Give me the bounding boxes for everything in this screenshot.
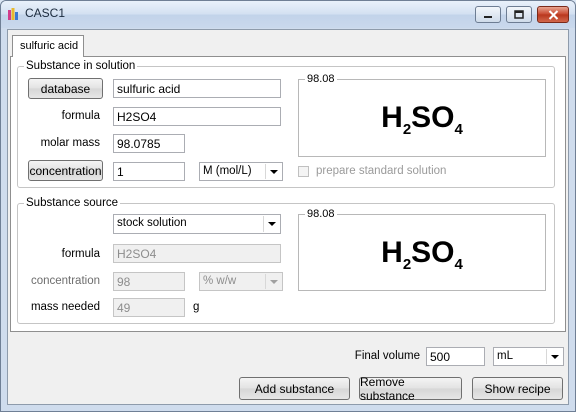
chevron-down-icon xyxy=(265,164,281,179)
source-type-value: stock solution xyxy=(117,217,187,229)
prepare-standard-label: prepare standard solution xyxy=(316,165,447,177)
formula-preview-molar-mass: 98.08 xyxy=(305,73,337,85)
minimize-button[interactable] xyxy=(475,6,501,23)
prepare-standard-checkbox[interactable] xyxy=(298,166,309,177)
remove-substance-button[interactable]: Remove substance xyxy=(359,375,462,403)
concentration-unit-value: M (mol/L) xyxy=(203,165,252,177)
tab-label: sulfuric acid xyxy=(20,40,79,52)
formula-label: formula xyxy=(61,110,100,122)
source-concentration-label: concentration xyxy=(30,275,100,287)
show-recipe-button[interactable]: Show recipe xyxy=(472,377,563,400)
molar-mass-field[interactable]: 98.0785 xyxy=(113,134,185,153)
mass-needed-label: mass needed xyxy=(30,301,100,313)
source-concentration-unit-select: % w/w xyxy=(199,272,283,291)
concentration-unit-select[interactable]: M (mol/L) xyxy=(199,162,283,181)
source-formula-preview: H2SO4 xyxy=(381,236,463,273)
window-title: CASC1 xyxy=(25,6,66,20)
source-type-select[interactable]: stock solution xyxy=(113,214,281,234)
substance-in-solution-legend: Substance in solution xyxy=(24,60,138,72)
chevron-down-icon xyxy=(546,349,562,364)
maximize-button[interactable] xyxy=(506,6,532,23)
formula-field[interactable]: H2SO4 xyxy=(113,107,281,126)
formula-preview: H2SO4 xyxy=(381,101,463,138)
chevron-down-icon xyxy=(263,216,279,232)
source-formula-label: formula xyxy=(61,248,100,260)
concentration-button[interactable]: concentration xyxy=(28,160,103,181)
minimize-icon xyxy=(484,15,492,18)
concentration-field[interactable]: 1 xyxy=(113,162,185,181)
final-volume-unit-select[interactable]: mL xyxy=(493,347,564,366)
molar-mass-label: molar mass xyxy=(40,137,100,149)
close-button[interactable] xyxy=(537,6,569,23)
final-volume-unit-value: mL xyxy=(497,350,513,362)
close-icon xyxy=(548,9,558,20)
substance-name-field[interactable]: sulfuric acid xyxy=(113,79,281,98)
tab-sulfuric-acid[interactable]: sulfuric acid xyxy=(12,35,84,57)
mass-needed-field: 49 xyxy=(113,298,185,317)
final-volume-label: Final volume xyxy=(354,350,420,362)
add-substance-button[interactable]: Add substance xyxy=(239,377,350,400)
final-volume-field[interactable]: 500 xyxy=(426,347,485,366)
source-concentration-unit-value: % w/w xyxy=(203,275,237,287)
source-formula-preview-molar-mass: 98.08 xyxy=(305,208,337,220)
source-formula-field: H2SO4 xyxy=(113,244,281,263)
chevron-down-icon xyxy=(265,274,281,289)
source-concentration-field: 98 xyxy=(113,272,185,291)
maximize-icon xyxy=(514,10,524,19)
database-button[interactable]: database xyxy=(28,78,103,99)
substance-source-legend: Substance source xyxy=(24,197,121,209)
mass-unit-label: g xyxy=(193,301,200,313)
flask-app-icon xyxy=(7,7,19,21)
